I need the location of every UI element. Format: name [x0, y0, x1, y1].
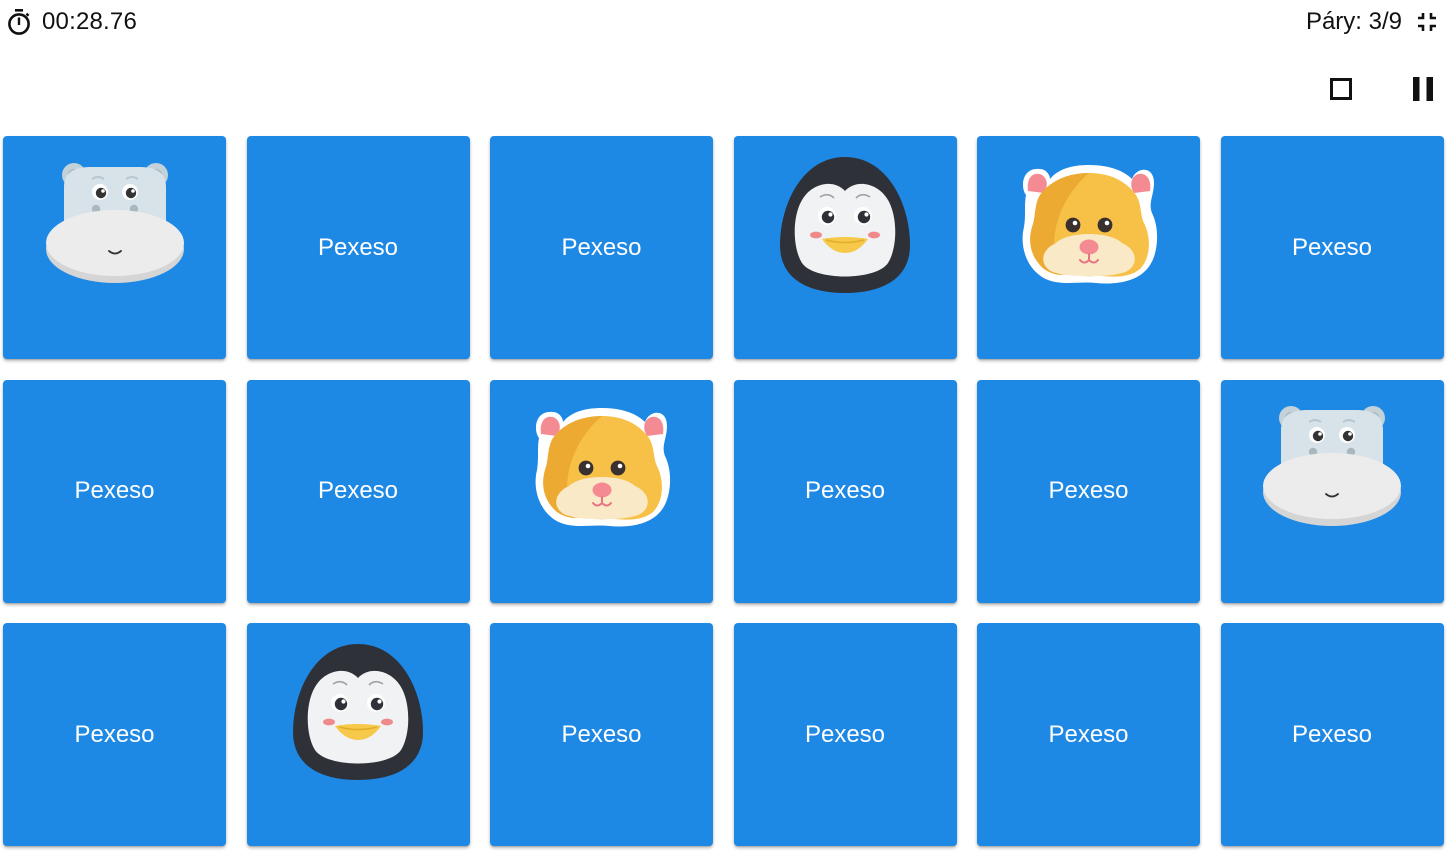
hippo-icon: [1257, 390, 1407, 540]
card-back-label: Pexeso: [1048, 477, 1129, 504]
card-back-label: Pexeso: [561, 720, 642, 748]
card-back-label: Pexeso: [74, 477, 155, 504]
timer-value: 00:28.76: [42, 8, 138, 35]
card-face-down[interactable]: Pexeso: [246, 136, 470, 359]
card-face-down[interactable]: Pexeso: [977, 623, 1200, 846]
penguin-icon: [770, 147, 920, 297]
hamster-icon: [527, 390, 677, 540]
card-face-up[interactable]: [977, 136, 1200, 359]
card-back-label: Pexeso: [74, 720, 155, 748]
card-face-up[interactable]: [733, 136, 957, 359]
card-face-down[interactable]: Pexeso: [490, 136, 713, 359]
card-face-up[interactable]: [3, 136, 226, 359]
card-board: Pexeso Pexeso Pexeso Pexeso Pexeso Pexes…: [3, 136, 1444, 846]
card-face-down[interactable]: Pexeso: [733, 623, 957, 846]
card-back-label: Pexeso: [1291, 720, 1373, 748]
hippo-icon: [40, 147, 190, 297]
pause-icon: [1410, 75, 1436, 103]
card-back-label: Pexeso: [1048, 720, 1129, 748]
card-face-down[interactable]: Pexeso: [246, 379, 470, 603]
card-back-label: Pexeso: [804, 720, 886, 748]
card-back-label: Pexeso: [561, 233, 642, 261]
pairs-counter: Páry: 3/9: [1306, 8, 1438, 36]
pause-button[interactable]: [1406, 72, 1440, 106]
card-back-label: Pexeso: [804, 477, 886, 504]
card-face-down[interactable]: Pexeso: [3, 379, 226, 603]
hamster-icon: [1014, 147, 1164, 297]
card-face-up[interactable]: [490, 379, 713, 603]
game-controls: [1324, 72, 1440, 106]
stop-button[interactable]: [1324, 72, 1358, 106]
card-back-label: Pexeso: [317, 233, 399, 261]
stopwatch-icon: [6, 8, 32, 36]
card-face-down[interactable]: Pexeso: [733, 379, 957, 603]
pairs-value: Páry: 3/9: [1305, 8, 1402, 35]
card-face-down[interactable]: Pexeso: [1220, 623, 1444, 846]
game-page: 00:28.76 Páry: 3/9 Pexeso Pexeso Pexeso …: [0, 0, 1450, 862]
card-face-down[interactable]: Pexeso: [1220, 136, 1444, 359]
card-face-up[interactable]: [1220, 379, 1444, 603]
card-face-down[interactable]: Pexeso: [3, 623, 226, 846]
card-back-label: Pexeso: [1291, 233, 1373, 261]
fullscreen-exit-icon[interactable]: [1416, 11, 1438, 33]
card-face-down[interactable]: Pexeso: [977, 379, 1200, 603]
stop-icon: [1329, 77, 1353, 101]
card-face-up[interactable]: [246, 623, 470, 846]
card-face-down[interactable]: Pexeso: [490, 623, 713, 846]
card-back-label: Pexeso: [317, 477, 399, 504]
penguin-icon: [283, 634, 433, 784]
timer: 00:28.76: [6, 8, 137, 36]
